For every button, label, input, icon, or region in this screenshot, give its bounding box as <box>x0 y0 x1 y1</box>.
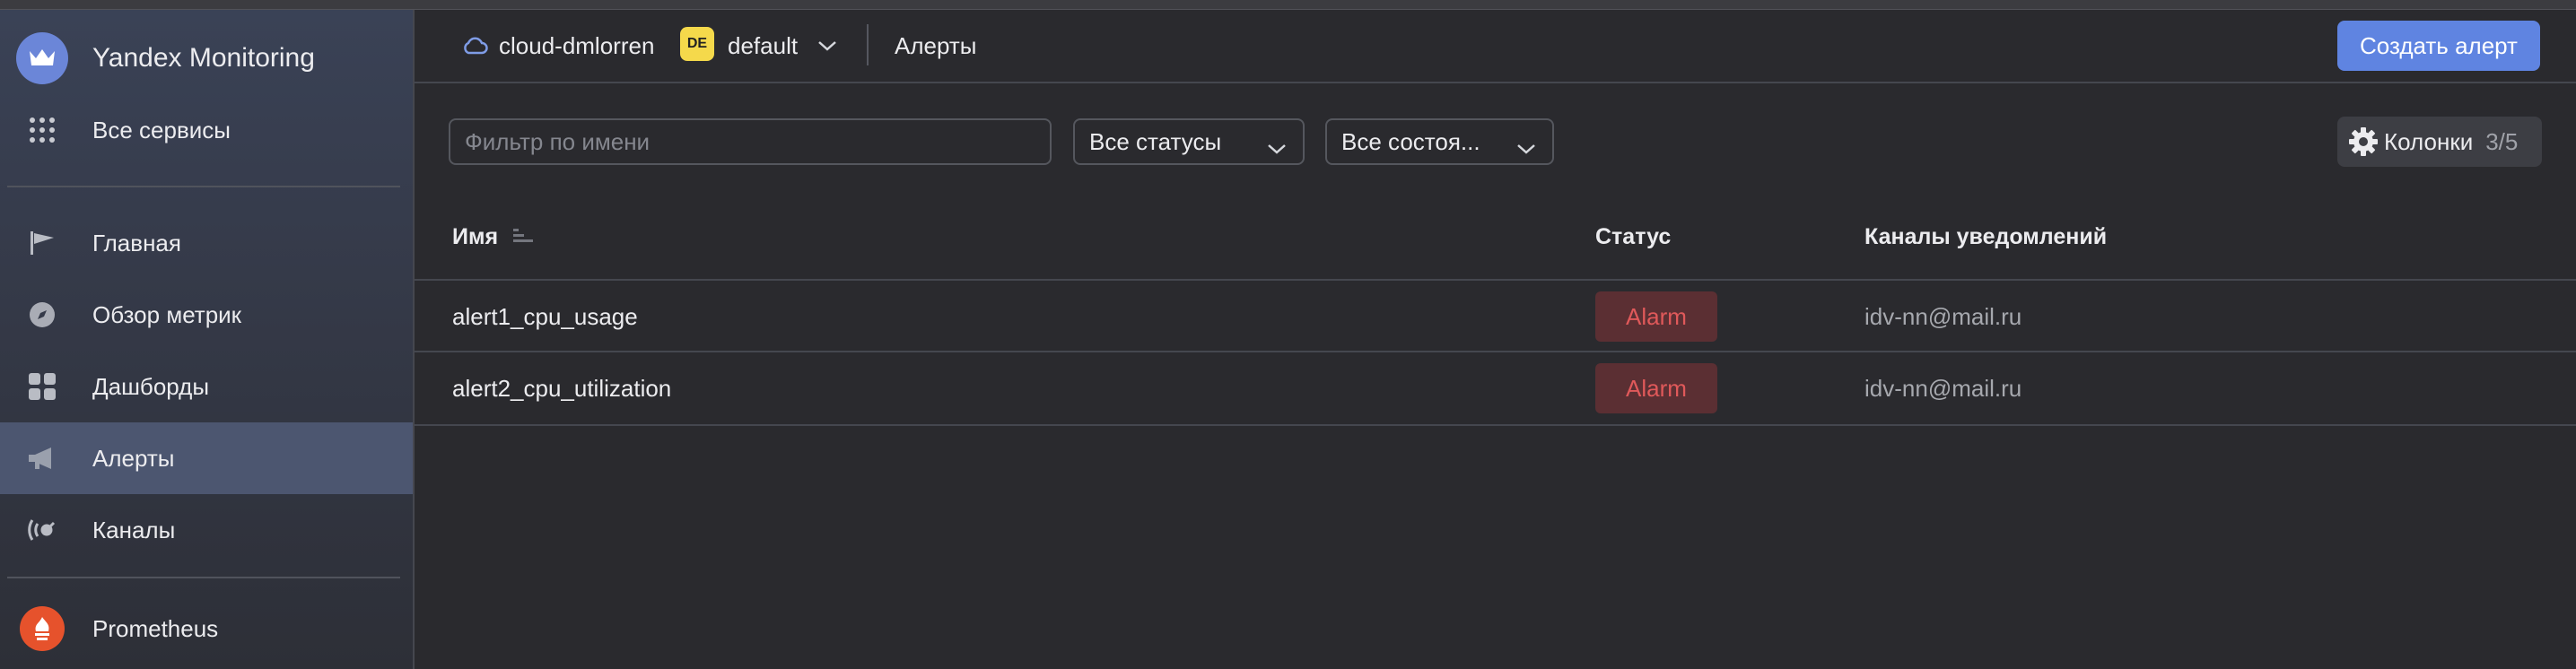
megaphone-icon <box>16 432 68 484</box>
state-select[interactable]: Все состоя... <box>1325 118 1554 165</box>
column-header-status[interactable]: Статус <box>1595 224 1671 250</box>
sidebar-item-channels[interactable]: Каналы <box>0 494 413 566</box>
folder-name: default <box>728 31 799 59</box>
prometheus-icon <box>16 603 68 655</box>
notification-channel: idv-nn@mail.ru <box>1864 374 2022 402</box>
all-services-link[interactable]: Все сервисы <box>0 94 413 166</box>
alert-name[interactable]: alert2_cpu_utilization <box>452 352 671 424</box>
status-select[interactable]: Все статусы <box>1073 118 1305 165</box>
channels-icon <box>16 504 68 556</box>
alert-name[interactable]: alert1_cpu_usage <box>452 281 638 352</box>
sidebar-item-metrics[interactable]: Обзор метрик <box>0 279 413 351</box>
prometheus-label: Prometheus <box>92 614 219 642</box>
name-filter-input[interactable] <box>449 118 1052 165</box>
columns-label: Колонки <box>2384 127 2474 155</box>
table-row[interactable]: alert2_cpu_utilization Alarm idv-nn@mail… <box>415 351 2576 426</box>
sidebar: Yandex Monitoring Все сервисы Главная Об… <box>0 10 415 669</box>
sidebar-divider <box>7 577 400 578</box>
page-title: Алерты <box>895 31 977 59</box>
sidebar-item-label: Каналы <box>92 516 176 543</box>
sidebar-item-label: Главная <box>92 229 181 256</box>
status-badge: Alarm <box>1595 363 1717 413</box>
state-select-value: Все состоя... <box>1341 127 1480 155</box>
chevron-down-icon <box>1516 134 1536 161</box>
folder-badge: DE <box>680 27 714 61</box>
cloud-name: cloud-dmlorren <box>499 31 655 59</box>
column-header-name[interactable]: Имя <box>452 224 535 251</box>
status-select-value: Все статусы <box>1089 127 1222 155</box>
sidebar-item-alerts[interactable]: Алерты <box>0 422 413 494</box>
crown-icon <box>16 32 68 84</box>
status-badge: Alarm <box>1595 291 1717 342</box>
sidebar-item-label: Обзор метрик <box>92 300 242 328</box>
create-alert-button[interactable]: Создать алерт <box>2337 21 2540 71</box>
cloud-icon <box>461 36 488 56</box>
column-header-channels[interactable]: Каналы уведомлений <box>1864 224 2107 250</box>
sidebar-item-prometheus[interactable]: Prometheus <box>0 593 413 665</box>
grid-dots-icon <box>16 104 68 156</box>
sort-icon <box>513 225 535 251</box>
header-divider <box>867 24 869 65</box>
chevron-down-icon <box>817 39 837 52</box>
sidebar-divider <box>7 186 400 187</box>
brand-label: Yandex Monitoring <box>92 43 315 73</box>
all-services-label: Все сервисы <box>92 116 231 143</box>
column-header-label: Имя <box>452 224 499 249</box>
columns-count: 3/5 <box>2485 127 2519 155</box>
flag-icon <box>16 217 68 269</box>
gear-icon <box>2348 126 2379 157</box>
sidebar-item-home[interactable]: Главная <box>0 207 413 279</box>
brand-link[interactable]: Yandex Monitoring <box>0 22 413 94</box>
chevron-down-icon <box>1267 134 1287 161</box>
sidebar-item-label: Алерты <box>92 444 175 472</box>
window-top-bar <box>0 0 2576 10</box>
compass-icon <box>16 289 68 341</box>
cloud-breadcrumb[interactable]: cloud-dmlorren <box>461 10 654 82</box>
sidebar-item-label: Дашборды <box>92 372 209 400</box>
table-row[interactable]: alert1_cpu_usage Alarm idv-nn@mail.ru <box>415 279 2576 352</box>
top-header: cloud-dmlorren DE default Алерты Создать… <box>415 10 2576 83</box>
folder-selector[interactable]: default <box>728 10 837 82</box>
notification-channel: idv-nn@mail.ru <box>1864 302 2022 330</box>
dashboard-icon <box>16 361 68 413</box>
columns-button[interactable]: Колонки 3/5 <box>2337 117 2542 167</box>
sidebar-item-dashboards[interactable]: Дашборды <box>0 351 413 422</box>
